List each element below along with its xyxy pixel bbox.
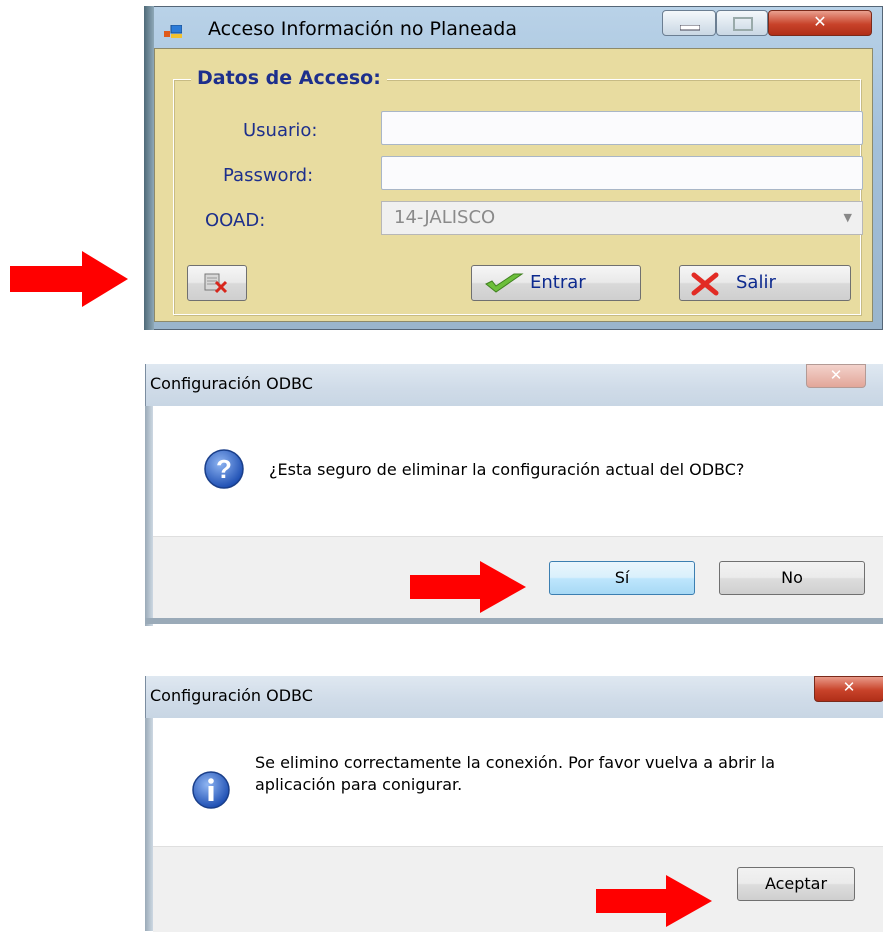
maximize-button[interactable] [716,10,768,36]
ok-button[interactable]: Aceptar [737,867,855,901]
svg-text:?: ? [216,454,232,484]
dialog-titlebar: Configuración ODBC ✕ [145,676,883,718]
x-icon [691,272,719,296]
window-title: Acceso Información no Planeada [208,18,517,40]
dialog-body: Se elimino correctamente la conexión. Po… [153,718,883,846]
dialog-edge [145,406,153,626]
delete-config-icon [204,273,228,294]
usuario-label: Usuario: [243,120,318,141]
ooad-label: OOAD: [205,210,266,231]
close-button[interactable]: ✕ [768,10,872,36]
arrow-icon [10,251,128,307]
ooad-selected-value: 14-JALISCO [394,207,496,228]
login-panel: Datos de Acceso: Usuario: Password: OOAD… [154,48,873,322]
info-dialog: Configuración ODBC ✕ Se elimino correcta… [145,672,883,932]
arrow-icon [410,561,526,613]
close-button[interactable]: ✕ [806,364,866,388]
chevron-down-icon: ▼ [843,211,852,224]
group-title: Datos de Acceso: [191,67,387,89]
app-icon [164,25,182,38]
close-button[interactable]: ✕ [814,676,883,702]
maximize-icon [733,17,753,31]
salir-label: Salir [736,272,776,293]
dialog-titlebar: Configuración ODBC ✕ [145,364,883,406]
yes-button[interactable]: Sí [549,561,695,595]
dialog-body: ? ¿Esta seguro de eliminar la configurac… [153,406,883,536]
login-window: Acceso Información no Planeada ✕ Datos d… [144,6,883,330]
delete-config-button[interactable] [187,265,247,301]
dialog-edge [145,718,153,931]
minimize-icon [680,25,700,31]
entrar-button[interactable]: Entrar [471,265,641,301]
window-edge [144,6,154,330]
password-input[interactable] [381,156,863,190]
dialog-bottom-edge [145,618,883,624]
dialog-message: ¿Esta seguro de eliminar la configuració… [269,460,745,479]
info-icon [192,771,230,809]
check-icon [485,273,524,293]
arrow-icon [596,875,712,927]
dialog-title: Configuración ODBC [150,374,313,393]
minimize-button[interactable] [662,10,716,36]
close-icon: ✕ [813,12,827,31]
no-button[interactable]: No [719,561,865,595]
ooad-select[interactable]: 14-JALISCO ▼ [381,201,863,235]
dialog-message-line2: aplicación para conigurar. [255,775,463,794]
question-icon: ? [204,449,244,489]
dialog-message-line1: Se elimino correctamente la conexión. Po… [255,753,776,772]
entrar-label: Entrar [530,272,586,293]
close-icon: ✕ [829,366,843,384]
dialog-footer: Aceptar [153,846,883,932]
dialog-title: Configuración ODBC [150,686,313,705]
usuario-input[interactable] [381,111,863,145]
salir-button[interactable]: Salir [679,265,851,301]
password-label: Password: [223,165,314,186]
close-icon: ✕ [842,678,856,696]
